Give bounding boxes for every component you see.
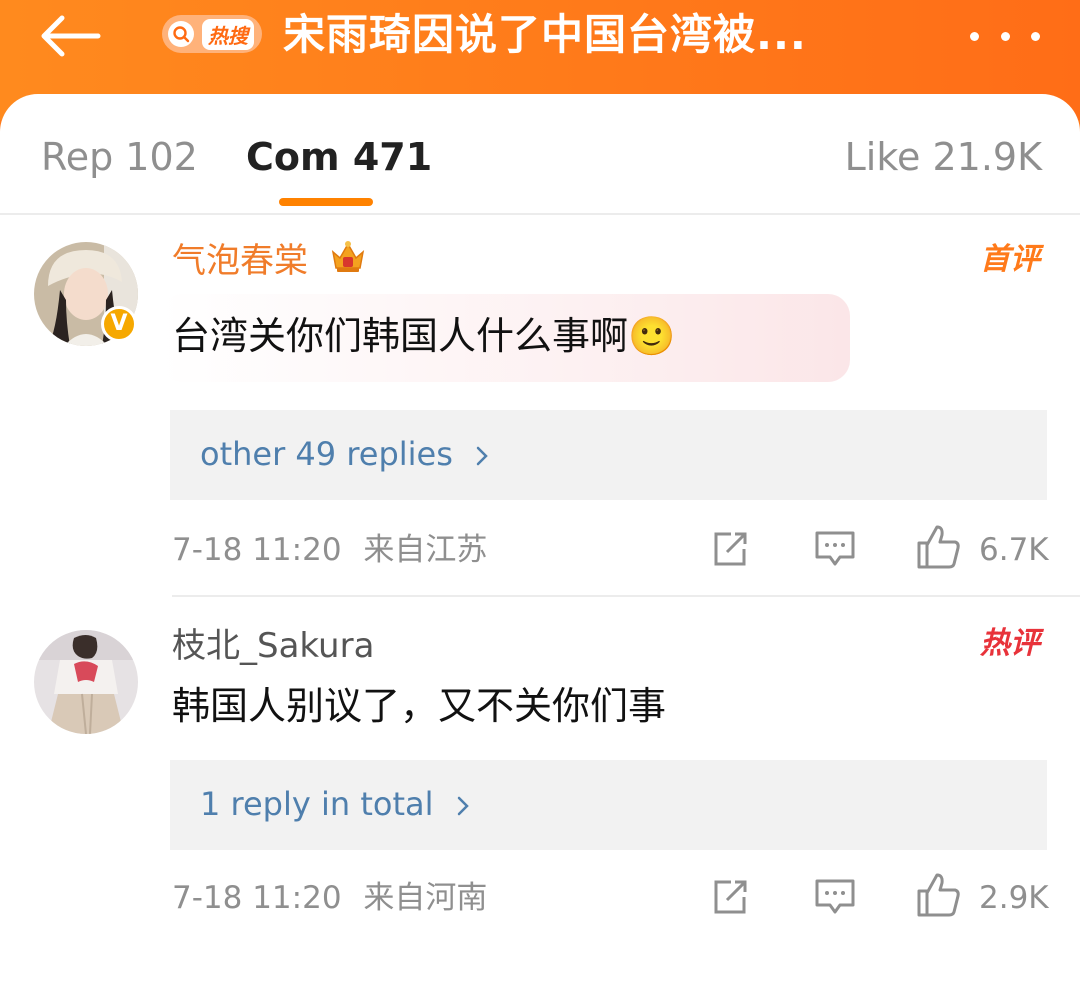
more-dots-icon[interactable] <box>970 24 1040 48</box>
comment-meta: 7-18 11:20 来自河南 <box>172 878 487 918</box>
search-icon <box>168 21 194 47</box>
hot-search-pill[interactable]: 热搜 <box>162 15 262 53</box>
first-comment-badge: 首评 <box>980 242 1040 277</box>
replies-expander[interactable]: 1 reply in total <box>170 760 1047 850</box>
vip-crown-icon <box>329 238 367 287</box>
like-count: 6.7K <box>979 532 1049 568</box>
username-text: 气泡春棠 <box>172 241 308 281</box>
comment-location: 来自河南 <box>363 880 488 916</box>
verified-badge-icon: V <box>101 306 137 342</box>
tabs-divider <box>0 213 1080 215</box>
replies-label: other 49 replies <box>200 434 489 476</box>
share-icon[interactable] <box>709 528 751 574</box>
share-icon[interactable] <box>709 876 751 922</box>
replies-label-text: 1 reply in total <box>200 785 434 823</box>
like-count: 2.9K <box>979 880 1049 916</box>
hot-comment-badge: 热评 <box>980 626 1040 661</box>
chevron-right-icon <box>456 786 470 826</box>
replies-label-text: other 49 replies <box>200 435 453 473</box>
comment-username[interactable]: 气泡春棠 <box>172 238 367 287</box>
hot-search-label: 热搜 <box>202 18 254 50</box>
comment-text: 台湾关你们韩国人什么事啊🙂 <box>172 314 676 358</box>
page-title: 宋雨琦因说了中国台湾被... <box>283 10 807 59</box>
replies-expander[interactable]: other 49 replies <box>170 410 1047 500</box>
comment-divider <box>172 595 1080 597</box>
tab-reposts[interactable]: Rep 102 <box>41 134 198 180</box>
comment-username[interactable]: 枝北_Sakura <box>172 624 374 668</box>
like-thumb-icon[interactable] <box>915 523 961 575</box>
back-arrow-icon[interactable] <box>36 12 106 60</box>
avatar[interactable] <box>34 630 138 734</box>
comment-text: 韩国人别议了，又不关你们事 <box>172 684 667 728</box>
comment-icon[interactable] <box>813 876 857 922</box>
tab-bar: Rep 102 Com 471 Like 21.9K <box>0 94 1080 214</box>
tab-comments[interactable]: Com 471 <box>246 134 432 180</box>
comment-time: 7-18 11:20 <box>172 532 342 568</box>
comments-sheet: Rep 102 Com 471 Like 21.9K V 气泡春棠 首评 台湾关… <box>0 94 1080 994</box>
active-tab-indicator <box>279 198 373 206</box>
comment-icon[interactable] <box>813 528 857 574</box>
comment-meta: 7-18 11:20 来自江苏 <box>172 530 487 570</box>
chevron-right-icon <box>475 436 489 476</box>
comment-time: 7-18 11:20 <box>172 880 342 916</box>
tab-likes[interactable]: Like 21.9K <box>845 134 1042 180</box>
like-thumb-icon[interactable] <box>915 871 961 923</box>
comment-location: 来自江苏 <box>363 532 488 568</box>
replies-label: 1 reply in total <box>200 784 470 826</box>
